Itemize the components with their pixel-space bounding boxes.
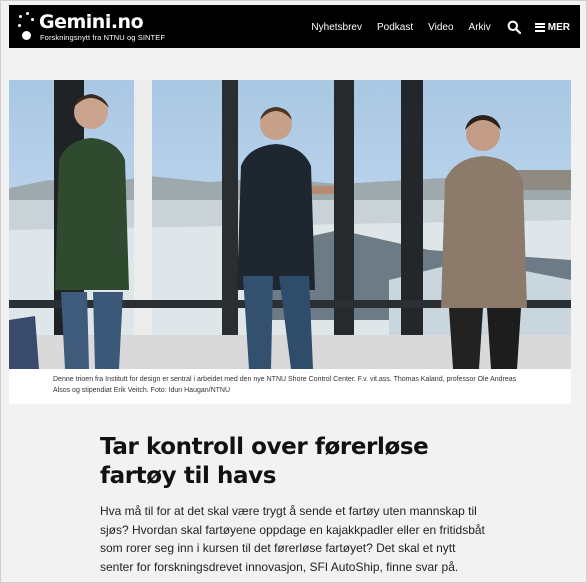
- main-nav: Nyhetsbrev Podkast Video Arkiv MER: [296, 20, 570, 34]
- nav-newsletter[interactable]: Nyhetsbrev: [311, 22, 362, 33]
- menu-button[interactable]: MER: [534, 21, 570, 33]
- page-frame: Gemini.no Forskningsnytt fra NTNU og SIN…: [0, 0, 587, 583]
- hamburger-icon: [534, 22, 545, 32]
- nav-podcast[interactable]: Podkast: [377, 22, 413, 33]
- nav-video[interactable]: Video: [428, 22, 453, 33]
- photo-caption: Denne trioen fra Institutt for design er…: [9, 369, 571, 404]
- hero-photo: [9, 80, 571, 369]
- photo-caption-text: Denne trioen fra Institutt for design er…: [53, 376, 517, 394]
- article-title: Tar kontroll over førerløse fartøy til h…: [100, 434, 429, 489]
- site-tagline: Forskningsnytt fra NTNU og SINTEF: [40, 33, 165, 42]
- logo-dots-icon[interactable]: [17, 11, 35, 41]
- hero-illustration: [9, 80, 571, 369]
- site-logo-text[interactable]: Gemini.no: [39, 11, 144, 33]
- site-header: Gemini.no Forskningsnytt fra NTNU og SIN…: [9, 5, 580, 48]
- search-icon[interactable]: [507, 20, 521, 34]
- article-lead: Hva må til for at det skal være trygt å …: [100, 504, 485, 574]
- menu-label: MER: [547, 21, 570, 33]
- nav-archive[interactable]: Arkiv: [469, 22, 491, 33]
